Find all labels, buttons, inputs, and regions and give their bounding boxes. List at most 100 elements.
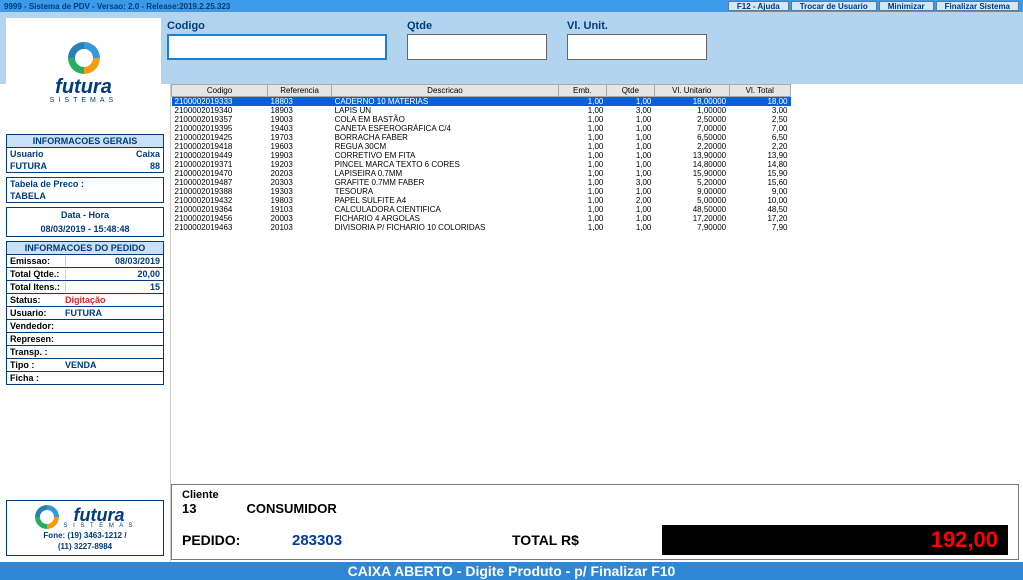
items-grid[interactable]: CodigoReferenciaDescricaoEmb.QtdeVl. Uni… [171,84,1023,484]
info-value: 20,00 [65,269,160,279]
grid-header[interactable]: Vl. Unitario [654,85,729,97]
table-row[interactable]: 210000201941819603REGUA 30CM1,001,002,20… [172,142,791,151]
table-row[interactable]: 210000201943219803PAPEL SULFITE A41,002,… [172,196,791,205]
total-value: 192,00 [662,525,1008,555]
info-row: Total Qtde.:20,00 [7,268,163,281]
table-cell: 19803 [268,196,332,205]
table-row[interactable]: 210000201946320103DIVISORIA P/ FICHARIO … [172,223,791,232]
footer-phone-2: (11) 3227-8984 [11,542,159,551]
status-bar: CAIXA ABERTO - Digite Produto - p/ Final… [0,562,1023,580]
grid-header[interactable]: Emb. [558,85,606,97]
table-cell: 1,00 [606,187,654,196]
table-cell: 1,00 [606,160,654,169]
table-cell: 1,00 [606,133,654,142]
table-cell: 13,90000 [654,151,729,160]
info-value [65,373,160,383]
table-cell: 1,00 [558,178,606,187]
usuario-value: FUTURA [10,161,150,171]
table-cell: 20103 [268,223,332,232]
table-cell: 19303 [268,187,332,196]
table-cell: 5,00000 [654,196,729,205]
table-row[interactable]: 210000201939519403CANETA ESFEROGRÁFICA C… [172,124,791,133]
info-row: Total Itens.:15 [7,281,163,294]
table-cell: 17,20000 [654,214,729,223]
table-cell: 9,00000 [654,187,729,196]
content-area: CodigoReferenciaDescricaoEmb.QtdeVl. Uni… [170,84,1023,562]
table-cell: 3,00 [606,106,654,115]
footer-logo-sub: S I S T E M A S [63,523,134,529]
info-row: Vendedor: [7,320,163,333]
table-row[interactable]: 210000201937119203PINCEL MARCA TEXTO 6 C… [172,160,791,169]
table-row[interactable]: 210000201948720303GRAFITE 0.7MM FABER1,0… [172,178,791,187]
info-label: Usuario: [10,308,65,318]
table-cell: 1,00 [558,115,606,124]
table-cell: 13,90 [729,151,790,160]
total-label: TOTAL R$ [512,532,662,548]
info-label: Total Itens.: [10,282,65,292]
grid-header[interactable]: Referencia [268,85,332,97]
table-cell: 2100002019388 [172,187,268,196]
logo-subtitle: SISTEMAS [50,97,117,104]
table-cell: 1,00 [558,187,606,196]
grid-header[interactable]: Vl. Total [729,85,790,97]
table-row[interactable]: 210000201934018903LAPIS UN1,003,001,0000… [172,106,791,115]
info-row: Usuario:FUTURA [7,307,163,320]
table-cell: COLA EM BASTÃO [332,115,559,124]
finalize-system-button[interactable]: Finalizar Sistema [936,1,1019,11]
table-cell: 6,50 [729,133,790,142]
input-panel: futura SISTEMAS Codigo Qtde Vl. Unit. [0,12,1023,84]
cliente-label: Cliente [182,489,1008,501]
table-cell: 18,00 [729,97,790,107]
table-cell: 19703 [268,133,332,142]
table-row[interactable]: 210000201942519703BORRACHA FABER1,001,00… [172,133,791,142]
table-cell: 2,20000 [654,142,729,151]
table-row[interactable]: 210000201945620003FICHARIO 4 ARGOLAS1,00… [172,214,791,223]
vlunit-input[interactable] [567,34,707,60]
table-cell: 19603 [268,142,332,151]
qtde-label: Qtde [407,20,547,32]
minimize-button[interactable]: Minimizar [879,1,934,11]
usuario-label: Usuario [10,149,136,159]
codigo-input[interactable] [167,34,387,60]
grid-header[interactable]: Descricao [332,85,559,97]
table-cell: 1,00 [558,169,606,178]
info-value: 08/03/2019 [65,256,160,266]
info-value: VENDA [65,360,160,370]
table-cell: 1,00 [606,169,654,178]
table-cell: 1,00 [558,142,606,151]
table-cell: 2100002019449 [172,151,268,160]
table-cell: 19403 [268,124,332,133]
main-area: INFORMACOES GERAIS Usuario Caixa FUTURA … [0,84,1023,562]
table-cell: 1,00 [558,205,606,214]
help-button[interactable]: F12 - Ajuda [728,1,789,11]
table-cell: 20003 [268,214,332,223]
datetime-panel: Data - Hora 08/03/2019 - 15:48:48 [6,207,164,237]
caixa-value: 88 [150,161,160,171]
table-row[interactable]: 210000201933318803CADERNO 10 MATERIAS1,0… [172,97,791,107]
table-row[interactable]: 210000201938819303TESOURA1,001,009,00000… [172,187,791,196]
grid-header[interactable]: Codigo [172,85,268,97]
table-cell: 19203 [268,160,332,169]
info-row: Transp. : [7,346,163,359]
info-value [65,321,160,331]
table-row[interactable]: 210000201935719003COLA EM BASTÃO1,001,00… [172,115,791,124]
table-cell: 9,00 [729,187,790,196]
data-hora-value: 08/03/2019 - 15:48:48 [7,222,163,236]
switch-user-button[interactable]: Trocar de Usuario [791,1,877,11]
table-cell: 1,00 [606,124,654,133]
pedido-number: 283303 [292,532,512,549]
footer-logo-box: futura S I S T E M A S Fone: (19) 3463-1… [6,500,164,556]
grid-header[interactable]: Qtde [606,85,654,97]
qtde-input[interactable] [407,34,547,60]
table-cell: 18903 [268,106,332,115]
table-row[interactable]: 210000201947020203LAPISEIRA 0.7MM1,001,0… [172,169,791,178]
table-cell: CORRETIVO EM FITA [332,151,559,160]
tabela-preco-label: Tabela de Preco : [7,178,163,190]
table-cell: 2100002019463 [172,223,268,232]
table-row[interactable]: 210000201936419103CALCULADORA CIENTIFICA… [172,205,791,214]
table-cell: 19903 [268,151,332,160]
table-cell: 7,00 [729,124,790,133]
table-row[interactable]: 210000201944919903CORRETIVO EM FITA1,001… [172,151,791,160]
table-cell: 1,00 [606,97,654,107]
data-hora-label: Data - Hora [7,208,163,222]
